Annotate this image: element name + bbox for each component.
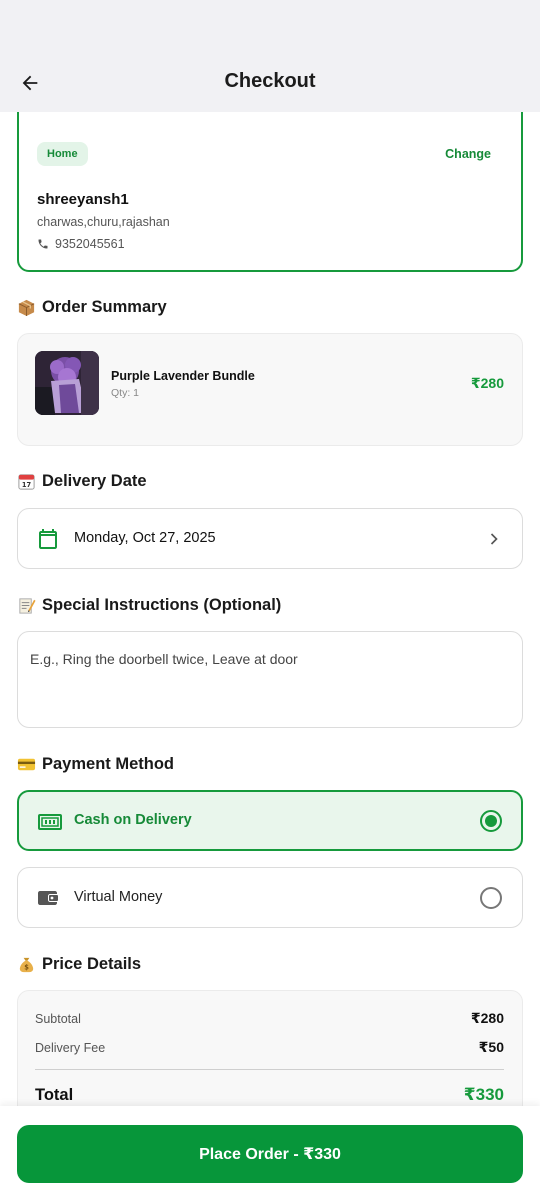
order-summary-heading: Order Summary [17,298,167,317]
place-order-button[interactable]: Place Order - ₹330 [17,1125,523,1183]
instructions-title: Special Instructions (Optional) [42,596,282,614]
selected-delivery-date: Monday, Oct 27, 2025 [74,530,216,546]
payment-option-cash-on-delivery[interactable]: Cash on Delivery [17,790,523,851]
phone-number: 9352045561 [55,237,125,251]
delivery-fee-row: Delivery Fee ₹50 [35,1039,504,1056]
bottom-action-bar: Place Order - ₹330 [0,1106,540,1200]
special-instructions-input[interactable] [17,631,523,728]
address-line: charwas,churu,rajashan [37,215,170,229]
app-bar: Checkout [0,0,540,112]
subtotal-row: Subtotal ₹280 [35,1010,504,1027]
price-details-title: Price Details [42,955,142,973]
total-label: Total [35,1085,74,1104]
payment-option-label: Cash on Delivery [74,812,192,828]
item-name: Purple Lavender Bundle [111,369,255,383]
phone-row: 9352045561 [37,237,125,251]
payment-option-virtual-money[interactable]: Virtual Money [17,867,523,928]
delivery-date-heading: 17 Delivery Date [17,472,147,491]
credit-card-emoji-icon [17,755,36,774]
instructions-heading: Special Instructions (Optional) [17,596,281,615]
product-thumbnail [35,351,99,415]
order-item-card: Purple Lavender Bundle Qty: 1 ₹280 [17,333,523,446]
money-bag-emoji-icon: $ [17,955,36,974]
phone-icon [38,239,48,249]
memo-emoji-icon [17,596,36,615]
wallet-icon [38,891,58,905]
item-price: ₹280 [470,375,504,391]
delivery-fee-label: Delivery Fee [35,1040,106,1055]
payment-method-heading: Payment Method [17,755,174,774]
calendar-emoji-icon: 17 [17,472,36,491]
item-qty: Qty: 1 [111,387,140,399]
radio-unselected[interactable] [480,887,502,909]
recipient-name: shreeyansh1 [37,191,129,208]
price-divider [35,1069,504,1070]
chevron-right-icon [490,533,498,545]
total-row: Total ₹330 [35,1085,504,1105]
package-emoji-icon [17,298,36,317]
order-summary-title: Order Summary [42,298,167,316]
address-type-badge: Home [37,142,88,166]
subtotal-value: ₹280 [470,1010,504,1026]
svg-text:17: 17 [22,481,32,489]
svg-text:$: $ [24,964,29,972]
calendar-icon [39,529,57,549]
delivery-date-selector[interactable]: Monday, Oct 27, 2025 [17,508,523,569]
cash-icon [38,814,62,830]
price-details-heading: $ Price Details [17,955,141,974]
change-address-button[interactable]: Change [445,147,491,161]
delivery-date-title: Delivery Date [42,472,147,490]
radio-selected[interactable] [480,810,502,832]
delivery-fee-value: ₹50 [478,1039,504,1055]
payment-option-label: Virtual Money [74,889,163,905]
subtotal-label: Subtotal [35,1011,81,1026]
total-value: ₹330 [463,1085,504,1104]
page-title: Checkout [224,70,316,92]
payment-method-title: Payment Method [42,755,175,773]
delivery-address-card: Home Change shreeyansh1 charwas,churu,ra… [17,100,523,272]
